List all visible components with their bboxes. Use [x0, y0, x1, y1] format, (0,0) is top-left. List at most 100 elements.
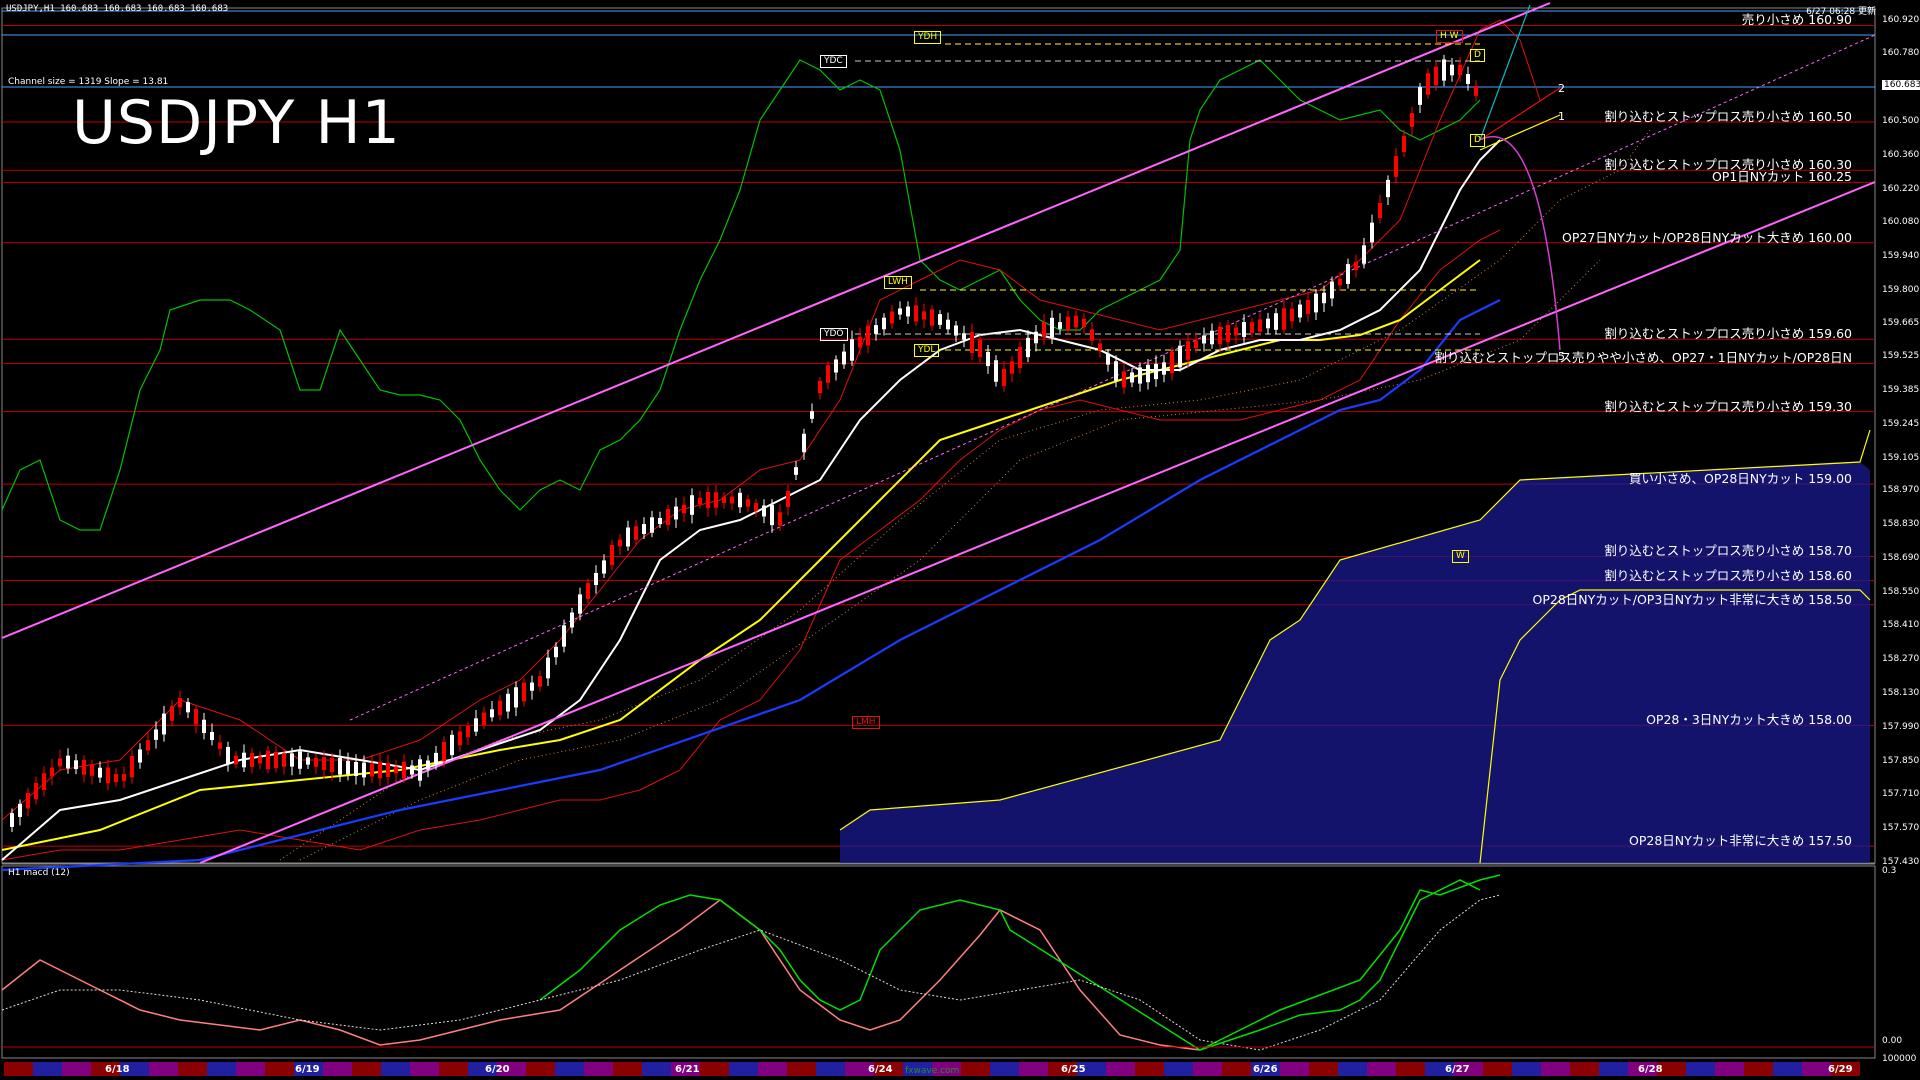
session-block — [149, 1062, 178, 1076]
candle-body — [1114, 361, 1118, 381]
candle-body — [1378, 202, 1382, 219]
candle-body — [1066, 316, 1070, 331]
candle-body — [274, 752, 278, 768]
session-block — [990, 1062, 1019, 1076]
candle-body — [1458, 64, 1462, 76]
session-block — [1541, 1062, 1570, 1076]
candle-body — [706, 491, 710, 509]
date-label: 6/21 — [675, 1064, 700, 1075]
tag-ydc: YDC — [820, 55, 847, 68]
candle-body — [618, 539, 622, 547]
candle-body — [1106, 353, 1110, 365]
candle-body — [482, 712, 486, 725]
price-tick: 160.920 — [1882, 14, 1920, 25]
macd-tick-top: 0.3 — [1882, 866, 1897, 876]
candle-body — [586, 583, 590, 599]
price-tick: 160.360 — [1882, 149, 1920, 160]
macd-tick-zero: 0.00 — [1882, 1036, 1903, 1046]
candle-body — [1290, 308, 1294, 322]
tag-ydl: YDL — [914, 344, 940, 357]
candle-body — [1474, 86, 1478, 96]
projection-label-1: 1 — [1558, 110, 1565, 123]
candle-body — [714, 492, 718, 508]
session-block — [758, 1062, 787, 1076]
price-tick: 157.990 — [1882, 721, 1920, 732]
candle-body — [26, 793, 30, 809]
session-block — [1686, 1062, 1715, 1076]
chart-title: USDJPY H1 — [72, 88, 401, 158]
candle-body — [1154, 363, 1158, 380]
candle-body — [722, 496, 726, 504]
candle-body — [1074, 315, 1078, 328]
session-block — [62, 1062, 91, 1076]
candle-body — [690, 495, 694, 515]
candle-body — [1034, 331, 1038, 344]
session-block — [1280, 1062, 1309, 1076]
session-block — [439, 1062, 468, 1076]
session-block — [1135, 1062, 1164, 1076]
date-label: 6/18 — [105, 1064, 130, 1075]
session-block — [1164, 1062, 1193, 1076]
candle-body — [754, 503, 758, 511]
candle-body — [898, 308, 902, 315]
candle-body — [258, 756, 262, 764]
tag-lwh: LWH — [884, 276, 912, 289]
price-tick: 159.385 — [1882, 385, 1920, 396]
date-label: 6/24 — [868, 1064, 893, 1075]
session-block — [1773, 1062, 1802, 1076]
candle-body — [210, 731, 214, 741]
session-block — [1802, 1062, 1831, 1076]
level-label: 割り込むとストップロス売り小さめ 158.70 — [1604, 543, 1852, 559]
candle-body — [1258, 319, 1262, 332]
session-block — [555, 1062, 584, 1076]
session-block — [584, 1062, 613, 1076]
level-label: 買い小さめ、OP28日NYカット 159.00 — [1629, 471, 1852, 487]
candle-body — [602, 560, 606, 574]
candle-body — [1338, 278, 1342, 286]
candle-body — [50, 767, 54, 777]
session-block — [1338, 1062, 1367, 1076]
tag-d1: D — [1470, 49, 1485, 62]
session-block — [1570, 1062, 1599, 1076]
session-block — [1744, 1062, 1773, 1076]
candle-body — [370, 763, 374, 777]
candle-body — [114, 773, 118, 783]
candle-body — [1306, 299, 1310, 315]
macd-tick-bottom: 100000 — [1882, 1054, 1917, 1064]
level-label: 割り込むとストップロス売りやや小さめ、OP27・1日NYカット/OP28日N — [1434, 350, 1852, 366]
candle-body — [794, 467, 798, 475]
channel-info: Channel size = 1319 Slope = 13.81 — [8, 77, 169, 87]
session-block — [236, 1062, 265, 1076]
candle-body — [1082, 318, 1086, 328]
candle-body — [770, 504, 774, 526]
candle-body — [1330, 281, 1334, 299]
candle-body — [522, 682, 526, 702]
price-tick: 159.525 — [1882, 351, 1920, 362]
candle-body — [1410, 113, 1414, 127]
session-block — [961, 1062, 990, 1076]
price-tick: 157.570 — [1882, 823, 1920, 834]
candle-body — [1242, 322, 1246, 337]
date-label: 6/28 — [1638, 1064, 1663, 1075]
candle-body — [106, 767, 110, 784]
candle-body — [1002, 369, 1006, 386]
level-label: OP28・3日NYカット大きめ 158.00 — [1646, 712, 1852, 728]
candle-body — [1466, 74, 1470, 84]
session-block — [207, 1062, 236, 1076]
level-label: 売り小さめ 160.90 — [1741, 12, 1852, 28]
candle-body — [538, 676, 542, 687]
candle-body — [954, 325, 958, 336]
candle-body — [18, 803, 22, 817]
candle-body — [426, 760, 430, 770]
candle-body — [666, 509, 670, 525]
candle-body — [386, 762, 390, 778]
level-label: OP27日NYカット/OP28日NYカット大きめ 160.00 — [1562, 229, 1852, 245]
candle-body — [802, 433, 806, 453]
session-block — [1106, 1062, 1135, 1076]
candle-body — [874, 325, 878, 334]
candle-body — [474, 718, 478, 732]
candle-body — [1266, 318, 1270, 329]
candle-body — [266, 750, 270, 770]
level-label: 割り込むとストップロス売り小さめ 158.60 — [1604, 567, 1852, 583]
level-label: 割り込むとストップロス売り小さめ 159.30 — [1604, 398, 1852, 414]
